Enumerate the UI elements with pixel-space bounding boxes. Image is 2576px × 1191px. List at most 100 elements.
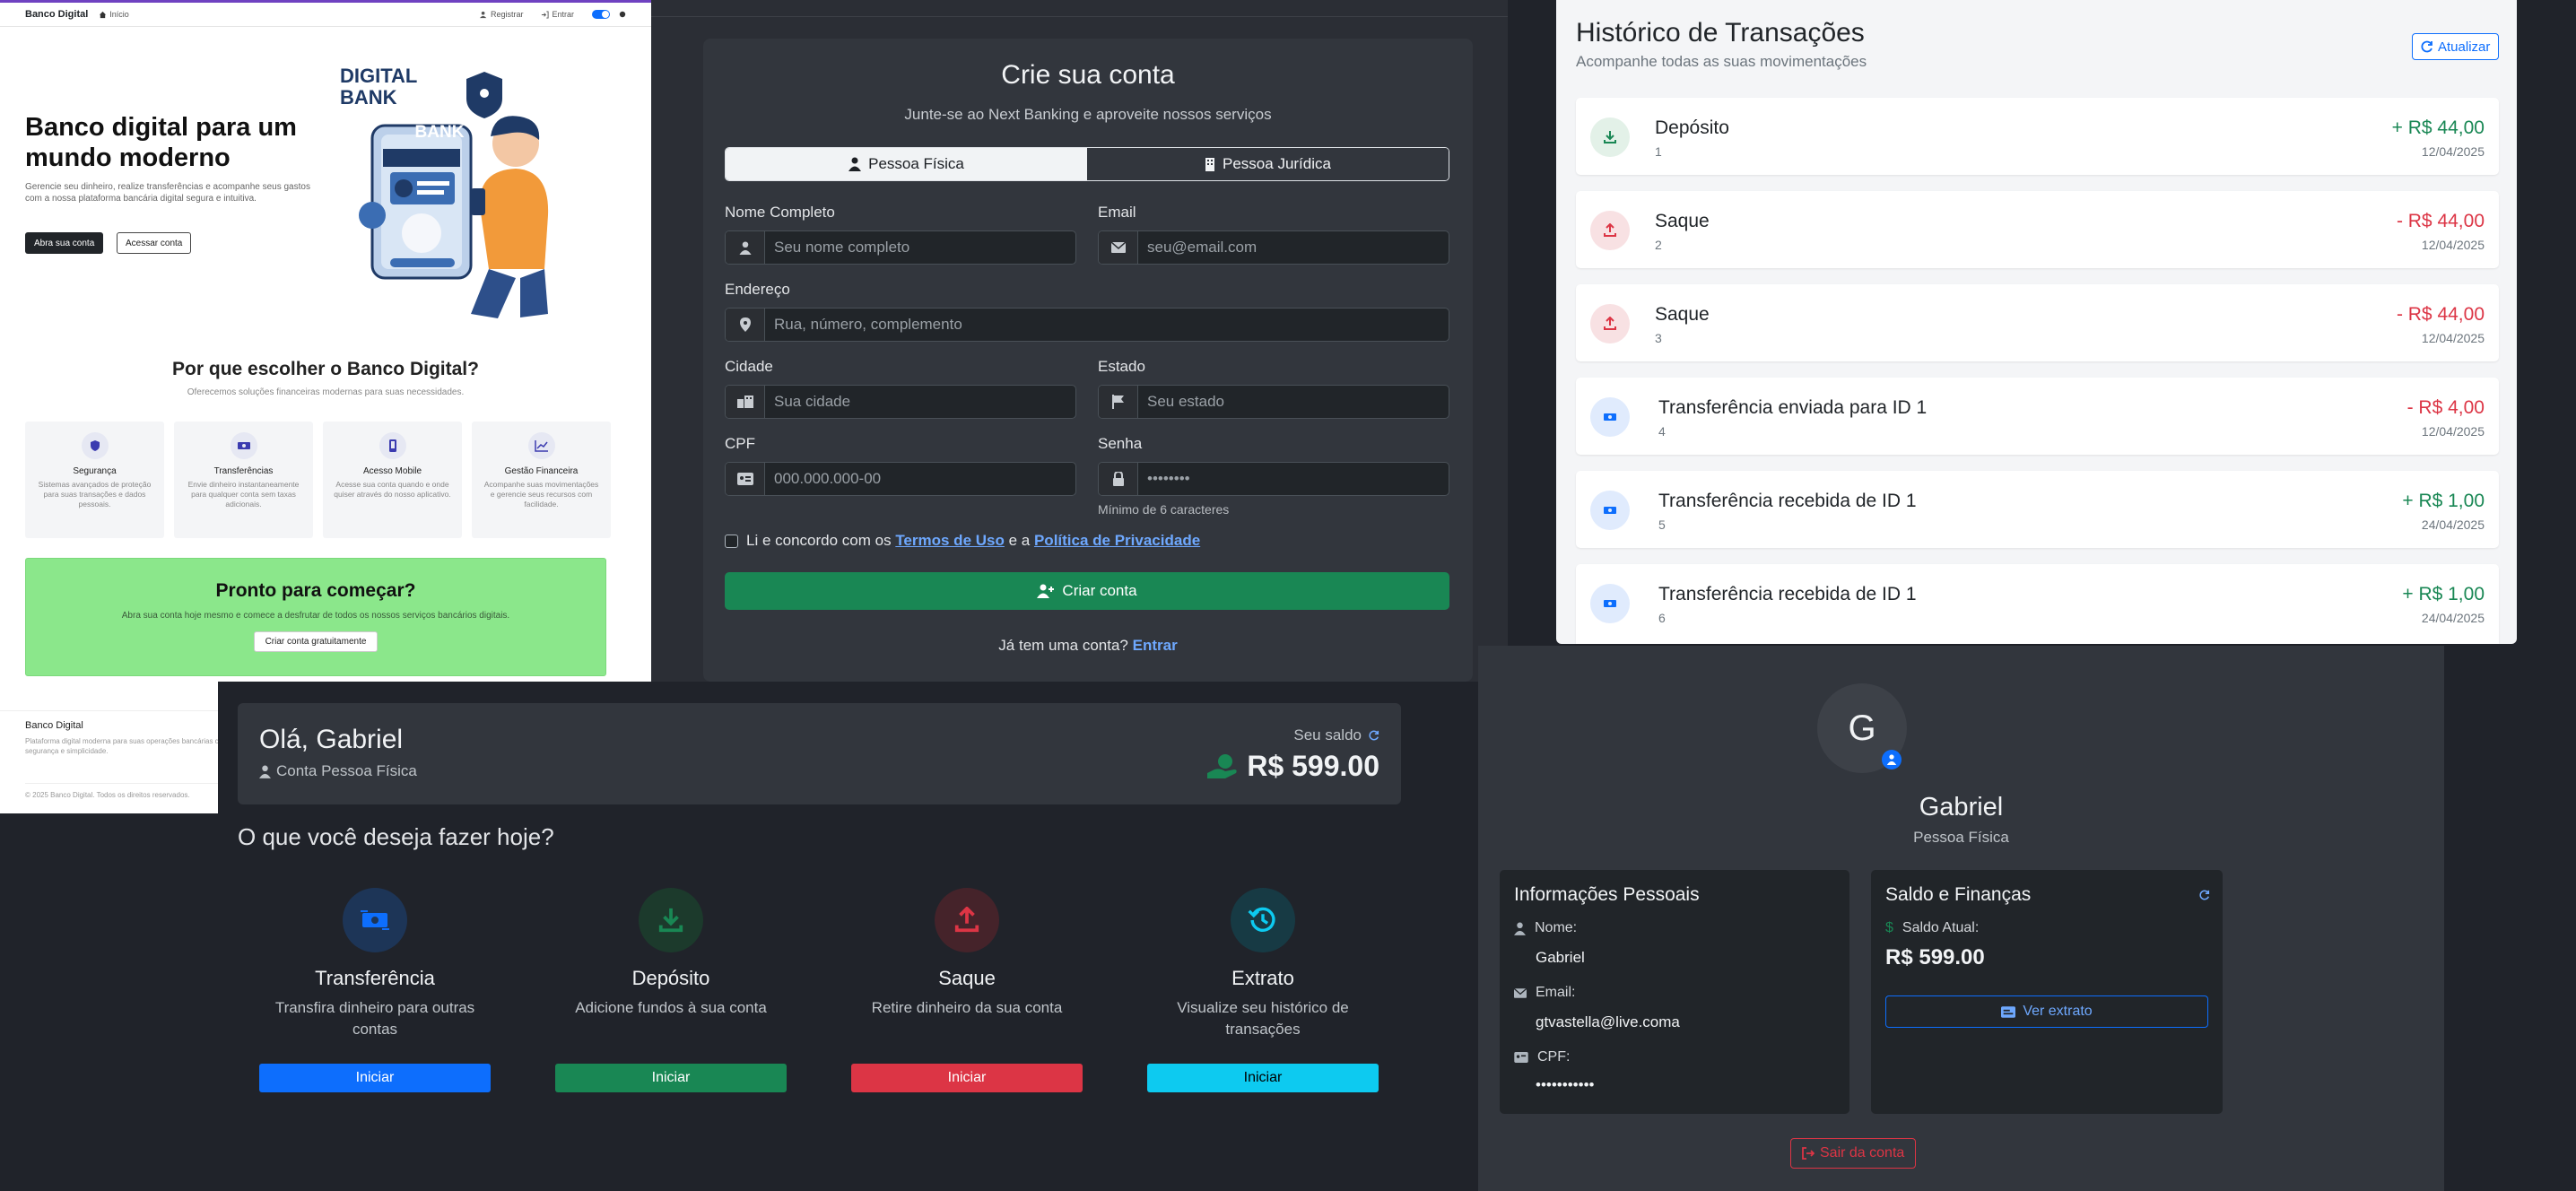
- terms-of-use-link[interactable]: Termos de Uso: [895, 532, 1005, 549]
- cpf-field[interactable]: 000.000.000-00: [725, 462, 1076, 496]
- refresh-button[interactable]: Atualizar: [2412, 33, 2500, 60]
- email-value: gtvastella@live.coma: [1536, 1013, 1680, 1030]
- transaction-row[interactable]: Transferência enviada para ID 1 4 - R$ 4…: [1576, 378, 2499, 455]
- action-title: Depósito: [631, 967, 710, 989]
- terms-mid: e a: [1004, 532, 1034, 549]
- refresh-icon[interactable]: [1369, 730, 1379, 741]
- refresh-icon[interactable]: [2199, 890, 2210, 900]
- start-deposit-button[interactable]: Iniciar: [555, 1064, 787, 1092]
- transaction-row[interactable]: Transferência recebida de ID 1 5 + R$ 1,…: [1576, 471, 2499, 548]
- mobile-phone-icon: [379, 432, 406, 459]
- cpf-label: CPF: [725, 435, 755, 452]
- open-account-button[interactable]: Abra sua conta: [25, 232, 104, 254]
- action-card-transfer: Transferência Transfira dinheiro para ou…: [258, 888, 492, 1092]
- chart-line-icon: [527, 432, 555, 459]
- nav-register-label: Registrar: [490, 10, 524, 19]
- nav-login-link[interactable]: Entrar: [541, 10, 574, 19]
- moon-icon: [619, 11, 626, 18]
- address-label: Endereço: [725, 281, 790, 298]
- transaction-row[interactable]: Transferência recebida de ID 1 6 + R$ 1,…: [1576, 564, 2499, 644]
- login-prompt: Já tem uma conta? Entrar: [703, 637, 1473, 655]
- email-field[interactable]: seu@email.com: [1098, 230, 1449, 265]
- transaction-amount: - R$ 4,00: [2406, 397, 2485, 418]
- city-field[interactable]: Sua cidade: [725, 385, 1076, 419]
- action-title: Transferência: [315, 967, 435, 989]
- transaction-row[interactable]: Saque 3 - R$ 44,00 12/04/2025: [1576, 284, 2499, 361]
- why-section-title: Por que escolher o Banco Digital?: [172, 359, 479, 379]
- transaction-date: 24/04/2025: [2421, 517, 2485, 532]
- name-label: Nome:: [1535, 920, 1578, 935]
- privacy-policy-link[interactable]: Política de Privacidade: [1034, 532, 1200, 549]
- home-icon: [100, 11, 107, 18]
- address-field[interactable]: Rua, número, complemento: [725, 308, 1449, 342]
- terms-checkbox[interactable]: [725, 535, 738, 548]
- start-transfer-button[interactable]: Iniciar: [259, 1064, 491, 1092]
- register-title: Crie sua conta: [1001, 60, 1175, 90]
- envelope-icon: [1099, 231, 1138, 264]
- email-placeholder: seu@email.com: [1147, 239, 1258, 256]
- cpf-value: •••••••••••: [1536, 1076, 1595, 1093]
- action-desc: Visualize seu histórico de transações: [1177, 999, 1349, 1038]
- transaction-date: 12/04/2025: [2421, 238, 2485, 252]
- dollar-icon: $: [1885, 920, 1893, 935]
- password-field[interactable]: ••••••••: [1098, 462, 1449, 496]
- cpf-label: CPF:: [1537, 1049, 1571, 1065]
- theme-toggle[interactable]: [592, 10, 610, 19]
- create-account-button[interactable]: Criar conta: [725, 572, 1449, 610]
- transaction-row[interactable]: Saque 2 - R$ 44,00 12/04/2025: [1576, 191, 2499, 268]
- upload-icon: [1590, 304, 1630, 343]
- cta-banner: Pronto para começar? Abra sua conta hoje…: [25, 558, 606, 676]
- balance-value-row: R$ 599.00: [1207, 750, 1379, 783]
- logout-button[interactable]: Sair da conta: [1790, 1138, 1917, 1169]
- hero-illustration: DIGITAL BANK BANK: [336, 63, 596, 323]
- login-prefix: Já tem uma conta?: [998, 637, 1133, 654]
- nav-register-link[interactable]: Registrar: [479, 10, 524, 19]
- history-card: Histórico de Transações Acompanhe todas …: [1556, 0, 2517, 644]
- access-account-button[interactable]: Acessar conta: [117, 232, 192, 254]
- balance-value: R$ 599.00: [1885, 945, 1985, 969]
- view-statement-button[interactable]: Ver extrato: [1885, 995, 2208, 1028]
- transaction-row[interactable]: Depósito 1 + R$ 44,00 12/04/2025: [1576, 98, 2499, 175]
- create-free-account-button[interactable]: Criar conta gratuitamente: [253, 631, 379, 652]
- profile-name: Gabriel: [1919, 793, 2004, 822]
- money-transfer-icon: [1590, 397, 1630, 437]
- nav-home-label: Início: [109, 10, 129, 19]
- greeting: Olá, Gabriel: [259, 725, 404, 754]
- balance-card: Olá, Gabriel Conta Pessoa Física Seu sal…: [238, 703, 1401, 804]
- profile-type: Pessoa Física: [1913, 829, 2009, 846]
- building-icon: [1205, 158, 1215, 171]
- bank-person-illustration: [359, 72, 549, 318]
- password-label: Senha: [1098, 435, 1143, 452]
- transaction-date: 12/04/2025: [2421, 144, 2485, 159]
- action-desc: Retire dinheiro da sua conta: [871, 999, 1063, 1016]
- transaction-name: Depósito: [1655, 117, 1729, 138]
- transaction-date: 24/04/2025: [2421, 611, 2485, 625]
- action-desc: Adicione fundos à sua conta: [575, 999, 767, 1016]
- address-placeholder: Rua, número, complemento: [774, 316, 962, 333]
- state-field[interactable]: Seu estado: [1098, 385, 1449, 419]
- create-account-label: Criar conta: [1062, 582, 1137, 599]
- account-type: Conta Pessoa Física: [259, 762, 417, 780]
- password-hint: Mínimo de 6 caracteres: [1098, 502, 1230, 517]
- navbar-brand[interactable]: Banco Digital: [25, 9, 88, 20]
- tab-pessoa-juridica[interactable]: Pessoa Jurídica: [1087, 148, 1449, 180]
- nav-home-link[interactable]: Início: [99, 10, 129, 19]
- state-label: Estado: [1098, 358, 1145, 375]
- finance-card: Saldo e Finanças $ Saldo Atual: R$ 599.0…: [1871, 870, 2223, 1114]
- start-withdraw-button[interactable]: Iniciar: [851, 1064, 1083, 1092]
- login-link[interactable]: Entrar: [1133, 637, 1178, 654]
- transaction-id: 6: [1658, 611, 1666, 625]
- logout-label: Sair da conta: [1820, 1145, 1905, 1161]
- name-field[interactable]: Seu nome completo: [725, 230, 1076, 265]
- shield-icon: [81, 432, 109, 459]
- feature-card-finance: Gestão Financeira Acompanhe suas movimen…: [472, 422, 611, 538]
- start-statement-button[interactable]: Iniciar: [1147, 1064, 1379, 1092]
- feature-desc: Acompanhe suas movimentações e gerencie …: [483, 480, 599, 509]
- tab-pessoa-fisica[interactable]: Pessoa Física: [726, 148, 1087, 180]
- balance-value: R$ 599.00: [1247, 750, 1379, 782]
- hero-description: Gerencie seu dinheiro, realize transferê…: [25, 182, 310, 204]
- user-icon: [1514, 922, 1526, 935]
- transaction-name: Transferência recebida de ID 1: [1658, 491, 1917, 511]
- receipt-icon: [2001, 1005, 2016, 1018]
- terms-prefix: Li e concordo com os: [746, 532, 896, 549]
